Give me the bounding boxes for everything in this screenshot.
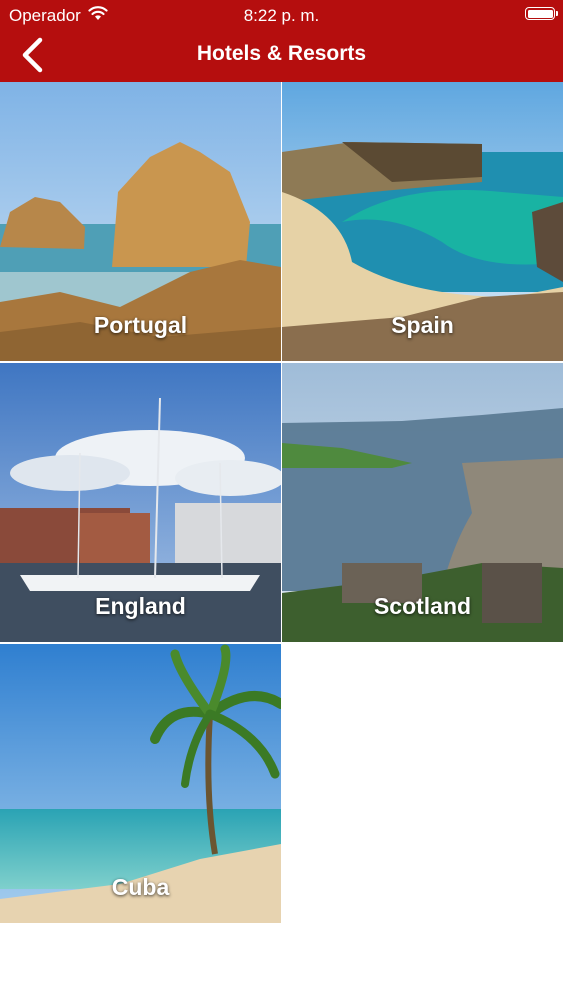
- destination-tile-spain[interactable]: Spain: [282, 82, 563, 361]
- destination-tile-scotland[interactable]: Scotland: [282, 363, 563, 642]
- header-bar: Operador 8:22 p. m. Hotels & Resorts: [0, 0, 563, 82]
- status-bar: Operador 8:22 p. m.: [0, 0, 563, 30]
- destination-grid: Portugal Spain England Scotland Cuba: [0, 82, 563, 923]
- destination-tile-cuba[interactable]: Cuba: [0, 644, 281, 923]
- status-time: 8:22 p. m.: [243, 6, 320, 25]
- destination-label: Scotland: [373, 593, 472, 619]
- destination-tile-portugal[interactable]: Portugal: [0, 82, 281, 361]
- page-title: Hotels & Resorts: [196, 42, 367, 65]
- battery-icon: [525, 7, 558, 20]
- destination-label: Cuba: [111, 874, 170, 900]
- destination-tile-england[interactable]: England: [0, 363, 281, 642]
- destination-label: England: [95, 593, 186, 619]
- destination-label: Portugal: [93, 312, 188, 338]
- destination-label: Spain: [391, 312, 454, 338]
